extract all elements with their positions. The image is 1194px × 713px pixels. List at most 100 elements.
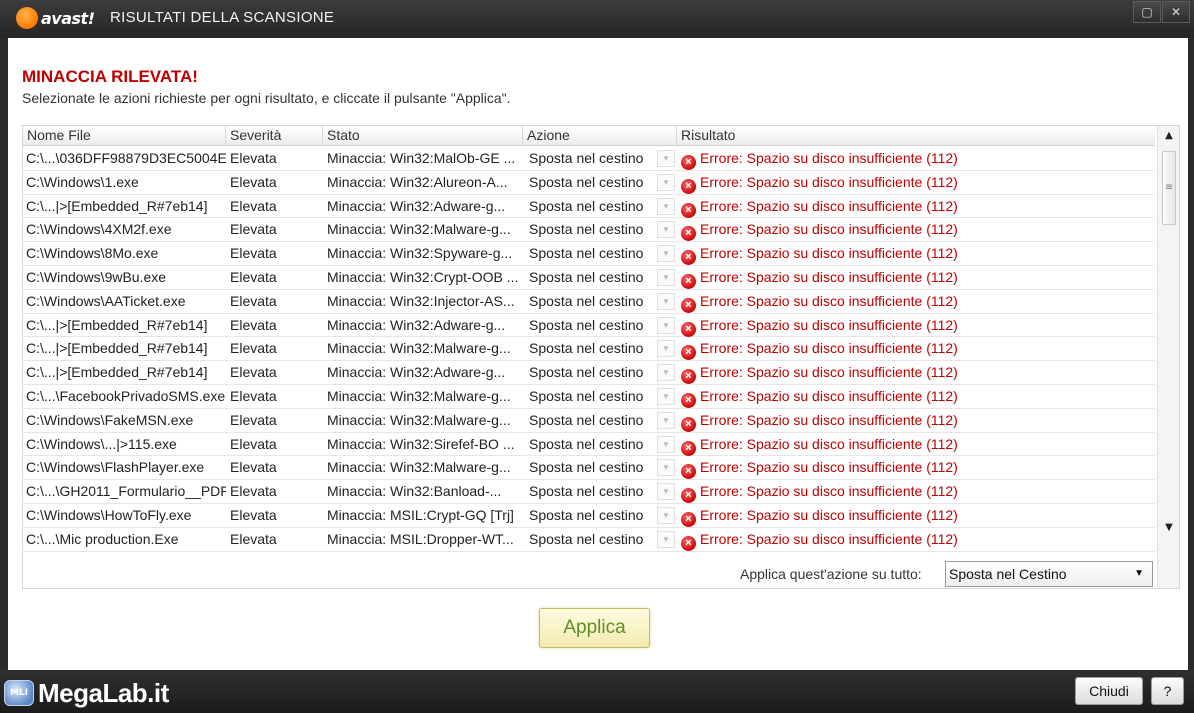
action-dropdown[interactable]: Sposta nel cestino ▼ (523, 290, 677, 313)
vertical-scrollbar[interactable]: ▲ ≡ ▼ (1157, 126, 1179, 588)
action-dropdown[interactable]: Sposta nel cestino ▼ (523, 480, 677, 503)
column-header-severity[interactable]: Severità (226, 126, 323, 146)
table-row[interactable]: C:\...\036DFF98879D3EC5004E Elevata Minacc… (23, 147, 1155, 171)
window-close-button[interactable]: ✕ (1162, 1, 1190, 23)
action-dropdown[interactable]: Sposta nel cestino ▼ (523, 456, 677, 479)
severity-cell: Elevata (230, 316, 277, 333)
dropdown-arrow-icon[interactable]: ▼ (657, 173, 675, 191)
file-name-cell: C:\...\Mic production.Exe (26, 530, 179, 547)
table-row[interactable]: C:\...|>[Embedded_R#7eb14] Elevata Minacci… (23, 314, 1155, 338)
result-cell: × Errore: Spazio su disco insufficiente (… (677, 528, 1155, 551)
action-dropdown[interactable]: Sposta nel cestino ▼ (523, 195, 677, 218)
result-cell: × Errore: Spazio su disco insufficiente (… (677, 480, 1155, 504)
table-row[interactable]: C:\...\Mic production.Exe Elevata Minaccia… (23, 528, 1155, 552)
file-name-cell: C:\...\FacebookPrivadoSMS.exe (26, 387, 226, 404)
action-value: Sposta nel cestino (529, 364, 644, 381)
dropdown-arrow-icon[interactable]: ▼ (657, 268, 675, 286)
action-dropdown[interactable]: Sposta nel cestino ▼ (523, 385, 677, 408)
table-row[interactable]: C:\...|>[Embedded_R#7eb14] Elevata Minacci… (23, 337, 1155, 362)
column-header-status[interactable]: Stato (323, 126, 523, 146)
column-header-file[interactable]: Nome File (23, 126, 226, 146)
severity-cell: Elevata (230, 197, 277, 214)
result-text: Errore: Spazio su disco insufficiente (1… (700, 197, 958, 214)
table-row[interactable]: C:\...\FacebookPrivadoSMS.exe Elevata Mina… (23, 385, 1155, 409)
action-dropdown[interactable]: Sposta nel cestino ▼ (523, 266, 677, 289)
severity-cell: Elevata (230, 340, 277, 357)
status-cell: Minaccia: Win32:Malware-g... (327, 387, 511, 404)
dropdown-arrow-icon[interactable]: ▼ (657, 435, 675, 453)
table-row[interactable]: C:\...\GH2011_Formulario__PDF Elevata Mina… (23, 480, 1155, 504)
error-icon: × (681, 440, 696, 456)
table-row[interactable]: C:\Windows\HowToFly.exe Elevata Minaccia: … (23, 504, 1155, 528)
severity-cell: Elevata (230, 506, 277, 523)
action-dropdown[interactable]: Sposta nel cestino ▼ (523, 433, 677, 456)
apply-all-dropdown[interactable]: Sposta nel Cestino ▼ (945, 561, 1153, 587)
result-cell: × Errore: Spazio su disco insufficiente (… (677, 147, 1155, 170)
dropdown-arrow-icon[interactable]: ▼ (657, 364, 675, 382)
error-icon: × (681, 535, 696, 551)
table-row[interactable]: C:\...|>[Embedded_R#7eb14] Elevata Minacci… (23, 361, 1155, 385)
action-dropdown[interactable]: Sposta nel cestino ▼ (523, 242, 677, 265)
dropdown-arrow-icon[interactable]: ▼ (657, 387, 675, 405)
action-value: Sposta nel cestino (529, 245, 644, 262)
table-row[interactable]: C:\Windows\FakeMSN.exe Elevata Minaccia: W… (23, 409, 1155, 433)
column-header-result[interactable]: Risultato (677, 126, 1155, 146)
severity-cell: Elevata (230, 221, 277, 238)
error-icon: × (681, 226, 696, 242)
file-name-cell: C:\Windows\AATicket.exe (26, 292, 186, 309)
result-text: Errore: Spazio su disco insufficiente (1… (700, 364, 958, 381)
action-value: Sposta nel cestino (529, 221, 644, 238)
help-button[interactable]: ? (1151, 677, 1184, 705)
table-body: C:\...\036DFF98879D3EC5004E Elevata Minacc… (23, 147, 1155, 552)
status-cell: Minaccia: Win32:Malware-g... (327, 459, 511, 476)
action-dropdown[interactable]: Sposta nel cestino ▼ (523, 314, 677, 337)
dropdown-arrow-icon[interactable]: ▼ (657, 150, 675, 167)
action-dropdown[interactable]: Sposta nel cestino ▼ (523, 528, 677, 551)
table-row[interactable]: C:\Windows\AATicket.exe Elevata Minaccia: … (23, 290, 1155, 314)
action-dropdown[interactable]: Sposta nel cestino ▼ (523, 171, 677, 194)
action-dropdown[interactable]: Sposta nel cestino ▼ (523, 218, 677, 241)
action-dropdown[interactable]: Sposta nel cestino ▼ (523, 337, 677, 360)
table-row[interactable]: C:\Windows\4XM2f.exe Elevata Minaccia: Win… (23, 218, 1155, 243)
action-value: Sposta nel cestino (529, 173, 644, 190)
dropdown-arrow-icon[interactable]: ▼ (657, 506, 675, 524)
table-row[interactable]: C:\Windows\9wBu.exe Elevata Minaccia: Win3… (23, 266, 1155, 290)
status-cell: Minaccia: Win32:Injector-AS... (327, 292, 515, 309)
dropdown-arrow-icon[interactable]: ▼ (657, 459, 675, 477)
dropdown-arrow-icon[interactable]: ▼ (657, 197, 675, 215)
dropdown-arrow-icon[interactable]: ▼ (657, 221, 675, 239)
table-row[interactable]: C:\Windows\8Mo.exe Elevata Minaccia: Win32… (23, 242, 1155, 266)
table-row[interactable]: C:\Windows\1.exe Elevata Minaccia: Win32:A… (23, 171, 1155, 195)
threat-title: MINACCIA RILEVATA! (22, 67, 198, 86)
close-button[interactable]: Chiudi (1075, 677, 1143, 705)
file-name-cell: C:\Windows\...|>115.exe (26, 435, 177, 452)
status-cell: Minaccia: Win32:Alureon-A... (327, 173, 508, 190)
action-dropdown[interactable]: Sposta nel cestino ▼ (523, 409, 677, 432)
table-row[interactable]: C:\Windows\FlashPlayer.exe Elevata Minacci… (23, 456, 1155, 481)
table-row[interactable]: C:\Windows\...|>115.exe Elevata Minaccia: … (23, 433, 1155, 457)
action-value: Sposta nel cestino (529, 530, 644, 547)
action-dropdown[interactable]: Sposta nel cestino ▼ (523, 361, 677, 384)
column-header-action[interactable]: Azione (523, 126, 677, 146)
dropdown-arrow-icon[interactable]: ▼ (657, 530, 675, 548)
scroll-down-icon[interactable]: ▼ (1158, 518, 1179, 538)
dropdown-arrow-icon[interactable]: ▼ (657, 340, 675, 358)
result-text: Errore: Spazio su disco insufficiente (1… (700, 150, 958, 166)
dropdown-arrow-icon[interactable]: ▼ (657, 411, 675, 429)
dropdown-arrow-icon[interactable]: ▼ (657, 316, 675, 334)
status-cell: Minaccia: MSIL:Crypt-GQ [Trj] (327, 506, 514, 523)
file-name-cell: C:\Windows\HowToFly.exe (26, 506, 192, 523)
apply-button[interactable]: Applica (539, 608, 650, 648)
dropdown-arrow-icon[interactable]: ▼ (657, 292, 675, 310)
action-dropdown[interactable]: Sposta nel cestino ▼ (523, 147, 677, 170)
scroll-thumb[interactable]: ≡ (1162, 151, 1176, 225)
error-icon: × (681, 488, 696, 504)
action-dropdown[interactable]: Sposta nel cestino ▼ (523, 504, 677, 527)
scroll-up-icon[interactable]: ▲ (1158, 126, 1179, 146)
dropdown-arrow-icon[interactable]: ▼ (657, 245, 675, 263)
maximize-button[interactable]: ▢ (1133, 1, 1161, 23)
result-cell: × Errore: Spazio su disco insufficiente (… (677, 456, 1155, 480)
table-row[interactable]: C:\...|>[Embedded_R#7eb14] Elevata Minacci… (23, 195, 1155, 219)
status-cell: Minaccia: Win32:Sirefef-BO ... (327, 435, 515, 452)
dropdown-arrow-icon[interactable]: ▼ (657, 483, 675, 501)
